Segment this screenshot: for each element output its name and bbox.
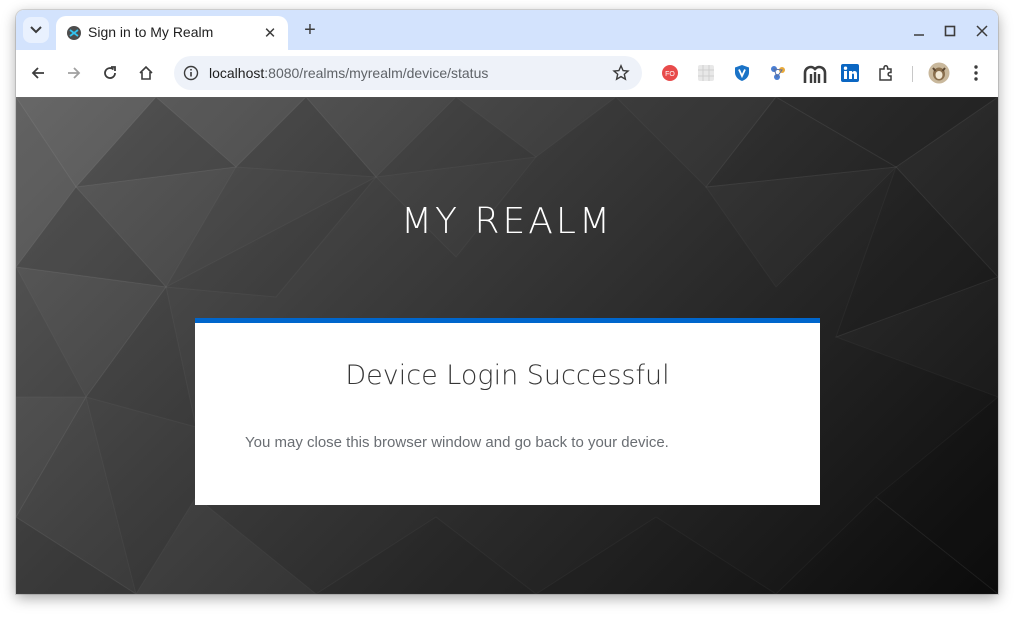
keycloak-icon — [67, 26, 81, 40]
tab-title: Sign in to My Realm — [88, 24, 214, 40]
reload-icon[interactable] — [98, 61, 122, 85]
fo-extension-icon[interactable]: FO — [660, 63, 680, 83]
url-path: :8080/realms/myrealm/device/status — [264, 65, 489, 81]
url-host: localhost — [209, 65, 265, 81]
bookmark-star-icon[interactable] — [612, 64, 630, 82]
page-content: MY REALM Device Login Successful You may… — [16, 97, 998, 594]
tab-active[interactable]: Sign in to My Realm ✕ — [56, 16, 288, 50]
home-icon[interactable] — [134, 61, 158, 85]
close-window-icon[interactable] — [971, 20, 993, 42]
forward-icon[interactable] — [62, 61, 86, 85]
realm-title: MY REALM — [401, 201, 613, 242]
tab-search-button[interactable] — [23, 17, 49, 43]
new-tab-button[interactable]: + — [298, 18, 322, 42]
tab-strip: Sign in to My Realm ✕ + — [16, 10, 998, 50]
browser-window: Sign in to My Realm ✕ + localhost:8080/r… — [16, 10, 998, 594]
maximize-icon[interactable] — [939, 20, 961, 42]
grid-extension-icon[interactable] — [696, 63, 716, 83]
minimize-icon[interactable] — [908, 20, 930, 42]
linkedin-icon[interactable] — [840, 63, 860, 83]
puzzle-icon[interactable] — [876, 63, 896, 83]
site-info-icon[interactable] — [182, 64, 200, 82]
metamask-like-extension-icon[interactable] — [802, 64, 828, 84]
browser-toolbar: localhost:8080/realms/myrealm/device/sta… — [16, 50, 998, 98]
network-extension-icon[interactable] — [768, 63, 788, 83]
shield-extension-icon[interactable] — [732, 63, 752, 83]
back-icon[interactable] — [26, 61, 50, 85]
card-message: You may close this browser window and go… — [245, 434, 669, 451]
svg-text:FO: FO — [665, 71, 675, 78]
login-card: Device Login Successful You may close th… — [195, 318, 820, 505]
profile-avatar[interactable] — [928, 62, 950, 84]
address-bar[interactable]: localhost:8080/realms/myrealm/device/sta… — [174, 56, 642, 90]
card-title: Device Login Successful — [345, 360, 670, 391]
chevron-down-icon — [30, 26, 42, 34]
kebab-menu-icon[interactable] — [966, 63, 986, 83]
url-text: localhost:8080/realms/myrealm/device/sta… — [209, 65, 488, 81]
toolbar-divider — [912, 66, 913, 82]
close-tab-icon[interactable]: ✕ — [260, 23, 280, 43]
